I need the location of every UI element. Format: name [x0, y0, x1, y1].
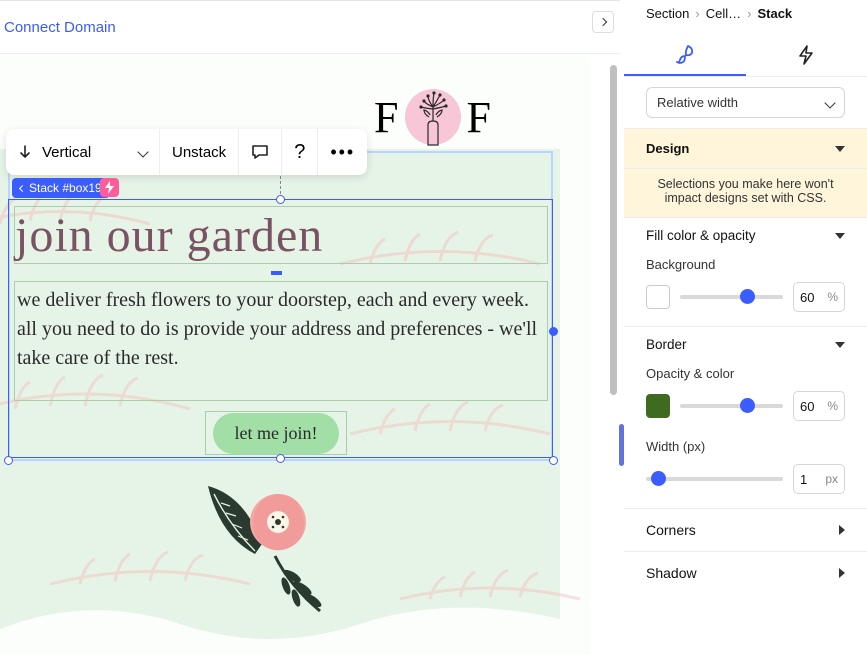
resize-handle-bottom[interactable]: [276, 454, 285, 463]
background-opacity-slider[interactable]: [680, 295, 783, 299]
breadcrumb-current: Stack: [757, 6, 792, 21]
direction-label: Vertical: [42, 144, 91, 161]
shadow-section-header[interactable]: Shadow: [624, 551, 867, 594]
splitter-handle[interactable]: [619, 424, 624, 466]
canvas-topbar: Connect Domain: [0, 1, 620, 54]
border-width-slider[interactable]: [646, 477, 783, 481]
border-color-swatch[interactable]: [646, 394, 670, 418]
border-width-input[interactable]: 1 px: [793, 464, 845, 494]
expand-preview-button[interactable]: [592, 11, 614, 33]
caret-down-icon: [835, 233, 845, 239]
caret-right-icon: [839, 568, 845, 578]
selection-stack-outline: [8, 199, 553, 458]
floating-toolbar: Vertical Unstack ? •••: [6, 129, 367, 175]
lightning-icon: [104, 181, 115, 194]
background-label: Background: [646, 257, 845, 272]
breadcrumb-section[interactable]: Section: [646, 6, 689, 21]
comment-button[interactable]: [239, 129, 282, 175]
comment-icon: [251, 143, 269, 161]
border-opacity-label: Opacity & color: [646, 366, 845, 381]
logo-letter-left: F: [374, 92, 398, 143]
help-button[interactable]: ?: [282, 129, 318, 175]
resize-handle-bottom-right[interactable]: [549, 456, 558, 465]
pane-splitter[interactable]: [620, 0, 624, 654]
design-section-header[interactable]: Design: [624, 128, 867, 169]
vase-flowers-icon: [410, 87, 456, 147]
direction-dropdown[interactable]: Vertical: [6, 129, 160, 175]
unstack-button[interactable]: Unstack: [160, 129, 239, 175]
width-mode-dropdown[interactable]: Relative width: [646, 87, 845, 118]
breadcrumb: Section › Cell… › Stack: [624, 0, 867, 33]
background-opacity-input[interactable]: 60 %: [793, 282, 845, 312]
border-width-label: Width (px): [646, 439, 845, 454]
chevron-down-icon: [139, 143, 147, 161]
logo-badge: [405, 89, 461, 145]
border-opacity-slider[interactable]: [680, 404, 783, 408]
brush-icon: [674, 43, 696, 65]
flower-illustration: [200, 466, 350, 626]
fill-section-header[interactable]: Fill color & opacity: [624, 218, 867, 253]
connect-domain-link[interactable]: Connect Domain: [4, 19, 116, 36]
caret-down-icon: [835, 146, 845, 152]
resize-handle-right[interactable]: [549, 327, 558, 336]
chevron-right-icon: ›: [695, 6, 699, 21]
canvas-pane: Connect Domain: [0, 0, 620, 654]
spacing-indicator: [271, 271, 282, 275]
resize-handle-left[interactable]: [4, 456, 13, 465]
border-section-header[interactable]: Border: [624, 326, 867, 362]
inspector-panel: Section › Cell… › Stack Relative width D…: [624, 0, 867, 654]
canvas-scrollbar[interactable]: [606, 57, 620, 655]
inspector-tabs: [624, 33, 867, 77]
caret-down-icon: [835, 342, 845, 348]
chevron-right-icon: ›: [747, 6, 751, 21]
logo-letter-right: F: [467, 92, 491, 143]
selection-breadcrumb-pill[interactable]: Stack #box19: [12, 178, 110, 198]
more-options-button[interactable]: •••: [318, 129, 367, 175]
site-logo: F F: [355, 77, 510, 157]
chevron-down-icon: [826, 95, 834, 110]
arrow-down-icon: [18, 145, 32, 159]
background-color-swatch[interactable]: [646, 285, 670, 309]
breadcrumb-cell[interactable]: Cell…: [706, 6, 741, 21]
animation-indicator-pill[interactable]: [100, 178, 119, 197]
resize-handle-top[interactable]: [276, 195, 285, 204]
css-warning-banner: Selections you make here won't impact de…: [624, 169, 867, 218]
lightning-icon: [797, 45, 815, 65]
design-tab[interactable]: [624, 33, 746, 76]
interactions-tab[interactable]: [746, 33, 867, 76]
corners-section-header[interactable]: Corners: [624, 508, 867, 551]
caret-right-icon: [839, 525, 845, 535]
border-opacity-input[interactable]: 60 %: [793, 391, 845, 421]
scrollbar-thumb[interactable]: [610, 65, 617, 395]
